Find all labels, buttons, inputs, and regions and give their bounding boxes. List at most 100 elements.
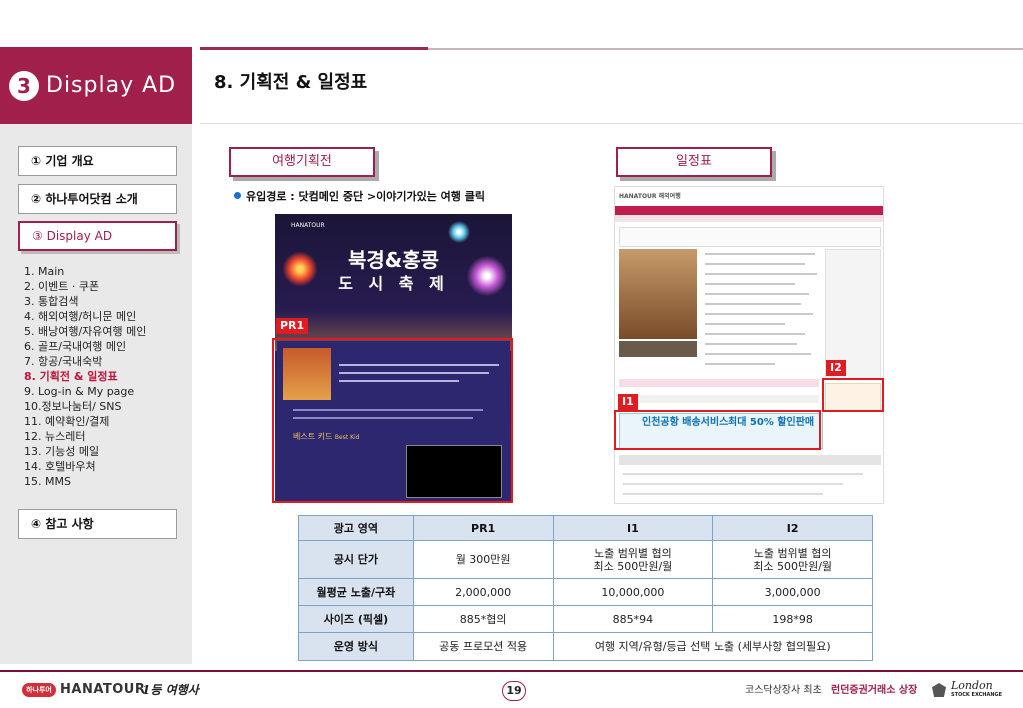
firework-icon xyxy=(447,220,471,244)
sidebar-sublist: 1. Main 2. 이벤트 · 쿠폰 3. 통합검색 4. 해외여행/허니문 메인 5… xyxy=(24,264,146,489)
info-line xyxy=(705,263,805,265)
product-header xyxy=(619,227,881,247)
sidebar-subitem[interactable]: 10.정보나눔터/ SNS xyxy=(24,399,146,414)
cell-line: 최소 500만원/월 xyxy=(753,559,833,573)
cell-line: 노출 범위별 협의 xyxy=(593,546,672,560)
tag-travel-exhibition: 여행기획전 xyxy=(229,147,375,177)
sidebar-subitem[interactable]: 13. 기능성 메일 xyxy=(24,444,146,459)
table-row: 월평균 노출/구좌 2,000,000 10,000,000 3,000,000 xyxy=(298,578,873,606)
info-line xyxy=(705,323,785,325)
inflow-path-text: 유입경로 : 닷컴메인 중단 >이야기가있는 여행 클릭 xyxy=(246,190,485,203)
info-line xyxy=(705,333,805,335)
sidebar-item-display-ad[interactable]: ③ Display AD xyxy=(18,221,177,251)
info-line xyxy=(705,313,813,315)
table-header-cell: PR1 xyxy=(412,515,554,541)
button-row xyxy=(619,395,819,403)
table-cell: 노출 범위별 협의 최소 500만원/월 xyxy=(552,540,714,579)
footer-lse-text: 런던증권거래소 상장 xyxy=(831,685,918,696)
table-cell: 2,000,000 xyxy=(412,578,554,606)
table-header-cell: I2 xyxy=(712,515,873,541)
sidebar-subitem[interactable]: 2. 이벤트 · 쿠폰 xyxy=(24,279,146,294)
sidebar-subitem[interactable]: 14. 호텔바우쳐 xyxy=(24,459,146,474)
sidebar-item-reference[interactable]: ④ 참고 사항 xyxy=(18,509,177,539)
sidebar-item-hanatour-intro[interactable]: ② 하나투어닷컴 소개 xyxy=(18,184,177,214)
table-header-cell: 광고 영역 xyxy=(298,515,414,541)
table-cell: 10,000,000 xyxy=(552,578,714,606)
ad-spec-table: 광고 영역 PR1 I1 I2 공시 단가 월 300만원 노출 범위별 협의 최… xyxy=(298,515,874,661)
detail-line xyxy=(623,493,823,495)
hanatour-logo-text: HANATOUR xyxy=(60,682,146,697)
table-row: 운영 방식 공동 프로모션 적용 여행 지역/유형/등급 선택 노출 (세부사항… xyxy=(298,632,874,661)
detail-line xyxy=(623,473,863,475)
section-number-badge: 3 xyxy=(9,71,39,101)
page-title: 8. 기획전 & 일정표 xyxy=(214,72,368,93)
row-label: 운영 방식 xyxy=(298,632,414,661)
section-title: Display AD xyxy=(46,73,177,98)
header-line xyxy=(428,48,1023,50)
banner-subheadline: 도 시 축 제 xyxy=(338,274,449,293)
info-line xyxy=(705,253,815,255)
cell-line: 최소 500만원/월 xyxy=(593,559,673,573)
hotel-photo xyxy=(619,249,697,339)
i1-label: I1 xyxy=(618,394,638,410)
site-nav-bar xyxy=(615,206,883,215)
sidebar-subitem[interactable]: 12. 뉴스레터 xyxy=(24,429,146,444)
table-cell: 198*98 xyxy=(712,605,873,633)
table-cell: 월 300만원 xyxy=(412,540,554,579)
sidebar-subitem[interactable]: 3. 통합검색 xyxy=(24,294,146,309)
tag-itinerary: 일정표 xyxy=(616,147,772,177)
table-cell: 여행 지역/유형/등급 선택 노출 (세부사항 협의필요) xyxy=(552,632,874,661)
banner-brand: HANATOUR xyxy=(291,222,325,229)
row-label: 공시 단가 xyxy=(298,540,414,579)
info-line xyxy=(705,293,809,295)
sidebar-subitem[interactable]: 7. 항공/국내숙박 xyxy=(24,354,146,369)
row-label: 월평균 노출/구좌 xyxy=(298,578,414,606)
site-sub-nav xyxy=(615,215,883,222)
detail-line xyxy=(623,483,843,485)
header-divider xyxy=(200,123,1023,124)
banner-headline: 북경&홍콩 xyxy=(347,248,440,272)
sidebar-subitem[interactable]: 4. 해외여행/허니문 메인 xyxy=(24,309,146,324)
page-number: 19 xyxy=(502,681,526,701)
sidebar-subitem[interactable]: 8. 기획전 & 일정표 xyxy=(24,369,146,384)
thumbnail-strip xyxy=(619,341,697,357)
cell-line: 노출 범위별 협의 xyxy=(753,546,832,560)
sidebar-subitem[interactable]: 11. 예약확인/결제 xyxy=(24,414,146,429)
row-label: 사이즈 (픽셀) xyxy=(298,605,414,633)
info-line xyxy=(705,283,795,285)
table-header-cell: I1 xyxy=(552,515,714,541)
info-line xyxy=(705,353,811,355)
table-cell: 노출 범위별 협의 최소 500만원/월 xyxy=(712,540,873,579)
hanatour-logo-badge: 하나투어 xyxy=(22,683,56,697)
sidebar-subitem[interactable]: 15. MMS xyxy=(24,474,146,489)
footer-kosdaq-text: 코스닥상장사 최초 xyxy=(745,685,822,696)
table-cell: 3,000,000 xyxy=(712,578,873,606)
info-line xyxy=(705,303,801,305)
info-line xyxy=(705,343,797,345)
sidebar-subitem[interactable]: 5. 배낭여행/자유여행 메인 xyxy=(24,324,146,339)
sidebar-subitem[interactable]: 6. 골프/국내여행 메인 xyxy=(24,339,146,354)
info-line xyxy=(705,273,817,275)
site-brand: HANATOUR 해외여행 xyxy=(619,193,681,200)
stock-exchange-text: STOCK EXCHANGE xyxy=(951,692,1003,698)
table-cell: 885*94 xyxy=(552,605,714,633)
section-header: 3 Display AD xyxy=(0,47,192,124)
itinerary-page-screenshot: HANATOUR 해외여행 인천공항 배송서비스 최대 50% 할인판매 xyxy=(614,186,884,504)
sidebar-subitem[interactable]: 1. Main xyxy=(24,264,146,279)
footer: 하나투어 HANATOUR 1등 여행사 19 코스닥상장사 최초 런던증권거래… xyxy=(0,672,1023,708)
table-cell: 공동 프로모션 적용 xyxy=(412,632,554,661)
i2-highlight-box xyxy=(822,378,884,412)
i2-label: I2 xyxy=(826,360,846,376)
i1-highlight-box xyxy=(614,410,821,450)
sidebar-subitem[interactable]: 9. Log-in & My page xyxy=(24,384,146,399)
pr1-highlight-box xyxy=(272,338,513,503)
sidebar-item-company-overview[interactable]: ① 기업 개요 xyxy=(18,146,177,176)
london-logo-text: London xyxy=(951,679,993,692)
inflow-path-note: 유입경로 : 닷컴메인 중단 >이야기가있는 여행 클릭 xyxy=(234,190,485,204)
table-cell: 885*협의 xyxy=(412,605,554,633)
bullet-icon xyxy=(234,192,241,199)
hanatour-slogan: 1등 여행사 xyxy=(142,683,199,697)
table-row: 사이즈 (픽셀) 885*협의 885*94 198*98 xyxy=(298,605,873,633)
pr1-label: PR1 xyxy=(276,318,309,334)
tab-bar xyxy=(619,455,881,465)
